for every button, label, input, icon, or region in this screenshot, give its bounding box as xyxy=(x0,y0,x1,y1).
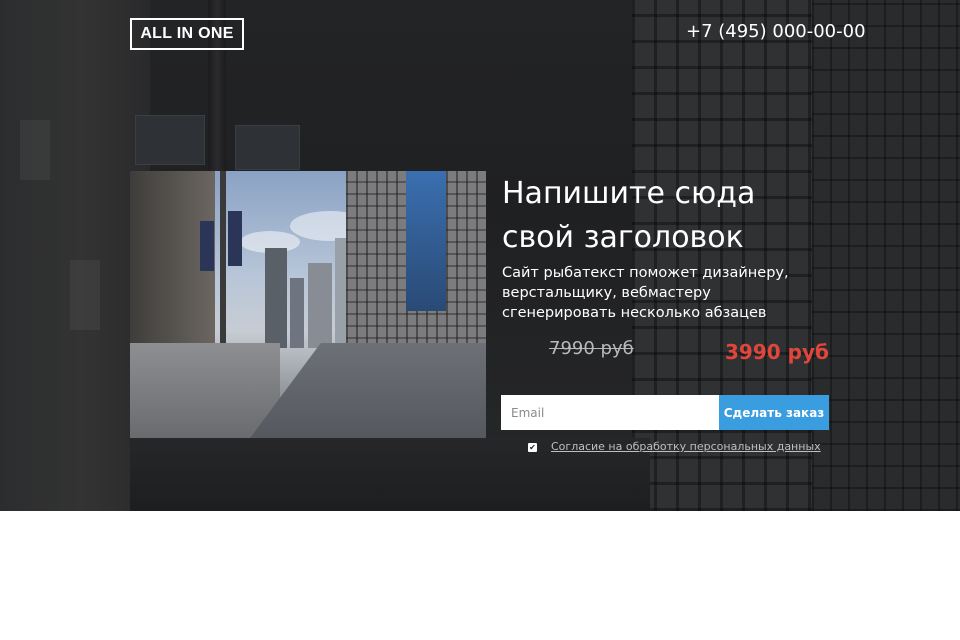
consent-checkbox[interactable]: ✔ xyxy=(528,443,537,452)
consent-link[interactable]: Согласие на обработку персональных данны… xyxy=(551,440,821,453)
description-text: Сайт рыбатекст поможет дизайнеру, верста… xyxy=(502,265,789,321)
background-window xyxy=(20,120,50,180)
logo[interactable]: ALL IN ONE xyxy=(130,18,244,50)
order-button[interactable]: Сделать заказ xyxy=(719,395,829,430)
photo-sidewalk xyxy=(130,343,280,438)
page-title-line2: свой заголовок xyxy=(502,220,744,255)
photo-building xyxy=(290,278,304,348)
photo-building xyxy=(265,248,287,348)
page-title: Напишите сюда свой заголовок xyxy=(502,172,832,260)
photo-glass-tower xyxy=(406,171,446,311)
phone-number[interactable]: +7 (495) 000-00-00 xyxy=(686,21,866,42)
background-sign xyxy=(235,125,300,170)
product-photo xyxy=(130,171,486,438)
background-sign xyxy=(135,115,205,165)
photo-building xyxy=(308,263,332,348)
new-price: 3990 руб xyxy=(725,340,829,364)
photo-banner xyxy=(200,221,214,271)
background-building-left xyxy=(0,0,150,511)
photo-road xyxy=(250,343,486,438)
old-price: 7990 руб xyxy=(549,338,634,359)
photo-banner xyxy=(228,211,242,266)
background-tower-right xyxy=(812,0,960,511)
page-title-line1: Напишите сюда xyxy=(502,176,756,211)
email-field[interactable] xyxy=(501,395,719,430)
hero-section: ALL IN ONE +7 (495) 000-00-00 Напишите с… xyxy=(0,0,960,511)
background-window xyxy=(70,260,100,330)
